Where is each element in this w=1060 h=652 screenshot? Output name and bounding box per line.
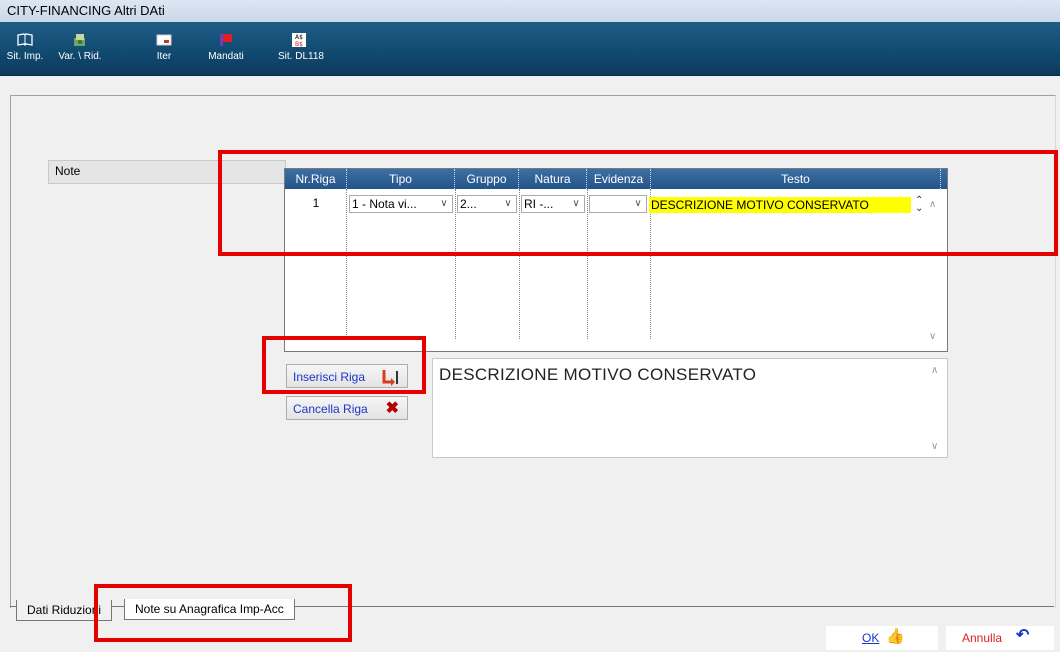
- book-icon: [17, 33, 33, 46]
- flag-icon: [220, 34, 232, 46]
- chevron-down-icon[interactable]: ∨: [570, 196, 582, 212]
- column-header-natura[interactable]: Natura: [519, 169, 587, 189]
- scroll-up-icon[interactable]: ∧: [931, 365, 938, 376]
- gruppo-value: 2...: [460, 197, 477, 211]
- toolbar-button-sit-dl118[interactable]: A$ B$ Sit. DL118: [278, 28, 324, 72]
- gruppo-select[interactable]: 2... ∨: [457, 195, 517, 213]
- evidenza-select[interactable]: ∨: [589, 195, 647, 213]
- svg-text:A$: A$: [295, 34, 303, 41]
- toolbar-label: Iter: [156, 51, 172, 62]
- scroll-down-icon[interactable]: ∨: [929, 331, 936, 342]
- tipo-value: 1 - Nota vi...: [352, 197, 417, 211]
- chevron-down-icon[interactable]: ∨: [502, 196, 514, 212]
- money-icon: [74, 34, 85, 46]
- currency-icon: A$ B$: [292, 33, 306, 48]
- tab-dati-riduzioni[interactable]: Dati Riduzioni: [16, 600, 113, 621]
- toolbar-label: Sit. DL118: [278, 51, 324, 62]
- testo-cell[interactable]: DESCRIZIONE MOTIVO CONSERVATO: [649, 197, 911, 213]
- scroll-up-icon[interactable]: ∧: [929, 199, 936, 210]
- column-header-testo[interactable]: Testo: [651, 169, 941, 189]
- toolbar-label: Mandati: [208, 51, 244, 62]
- chevron-down-icon[interactable]: ∨: [438, 196, 450, 212]
- delete-x-icon: ✖: [385, 400, 399, 417]
- column-header-tipo[interactable]: Tipo: [347, 169, 455, 189]
- insert-row-label: Inserisci Riga: [293, 370, 366, 384]
- note-text: DESCRIZIONE MOTIVO CONSERVATO: [439, 365, 757, 384]
- scroll-down-icon[interactable]: ∨: [931, 441, 938, 452]
- column-header-evidenza[interactable]: Evidenza: [587, 169, 651, 189]
- card-icon: [156, 34, 172, 46]
- natura-select[interactable]: RI -... ∨: [521, 195, 585, 213]
- note-label-text: Note: [55, 164, 81, 178]
- toolbar-label: Var. \ Rid.: [58, 51, 102, 62]
- tab-note-anagrafica[interactable]: Note su Anagrafica Imp-Acc: [124, 599, 295, 620]
- cancel-button[interactable]: Annulla ↶: [946, 626, 1054, 650]
- toolbar-button-sit-imp[interactable]: Sit. Imp.: [6, 28, 44, 72]
- ok-button[interactable]: OK 👍: [826, 626, 938, 650]
- title-bar: CITY-FINANCING Altri DAti: [0, 0, 1060, 23]
- delete-row-button[interactable]: Cancella Riga ✖: [286, 396, 408, 420]
- natura-value: RI -...: [524, 197, 554, 211]
- toolbar: Sit. Imp. Var. \ Rid. Iter Mandati A$ B$…: [0, 22, 1060, 76]
- tipo-select[interactable]: 1 - Nota vi... ∨: [349, 195, 453, 213]
- toolbar-label: Sit. Imp.: [6, 51, 44, 62]
- insert-row-button[interactable]: Inserisci Riga: [286, 364, 408, 388]
- toolbar-button-var-rid[interactable]: Var. \ Rid.: [52, 28, 108, 72]
- chevron-down-icon[interactable]: ∨: [632, 196, 644, 212]
- note-section-label: Note: [48, 160, 286, 184]
- table-row[interactable]: 1 1 - Nota vi... ∨ 2... ∨ RI -... ∨ ∨ DE…: [285, 193, 945, 215]
- ok-label: OK: [862, 631, 880, 645]
- thumbs-up-icon: 👍: [886, 628, 905, 645]
- undo-icon: ↶: [1016, 627, 1030, 644]
- cell-nr-riga: 1: [312, 196, 320, 210]
- grid-header: Nr.Riga Tipo Gruppo Natura Evidenza Test…: [285, 169, 947, 189]
- delete-row-label: Cancella Riga: [293, 402, 368, 416]
- notes-grid: Nr.Riga Tipo Gruppo Natura Evidenza Test…: [284, 168, 948, 352]
- toolbar-button-iter[interactable]: Iter: [152, 28, 176, 72]
- column-header-gruppo[interactable]: Gruppo: [455, 169, 519, 189]
- note-text-area[interactable]: DESCRIZIONE MOTIVO CONSERVATO ∧ ∨: [432, 358, 948, 458]
- toolbar-button-mandati[interactable]: Mandati: [200, 28, 252, 72]
- column-header-nr-riga[interactable]: Nr.Riga: [285, 169, 347, 189]
- svg-text:B$: B$: [295, 41, 303, 48]
- insert-arrow-icon: [382, 370, 398, 386]
- cancel-label: Annulla: [962, 631, 1003, 645]
- spin-arrows-icon[interactable]: ⌃ ⌄: [915, 196, 923, 214]
- window-title: CITY-FINANCING Altri DAti: [7, 3, 165, 18]
